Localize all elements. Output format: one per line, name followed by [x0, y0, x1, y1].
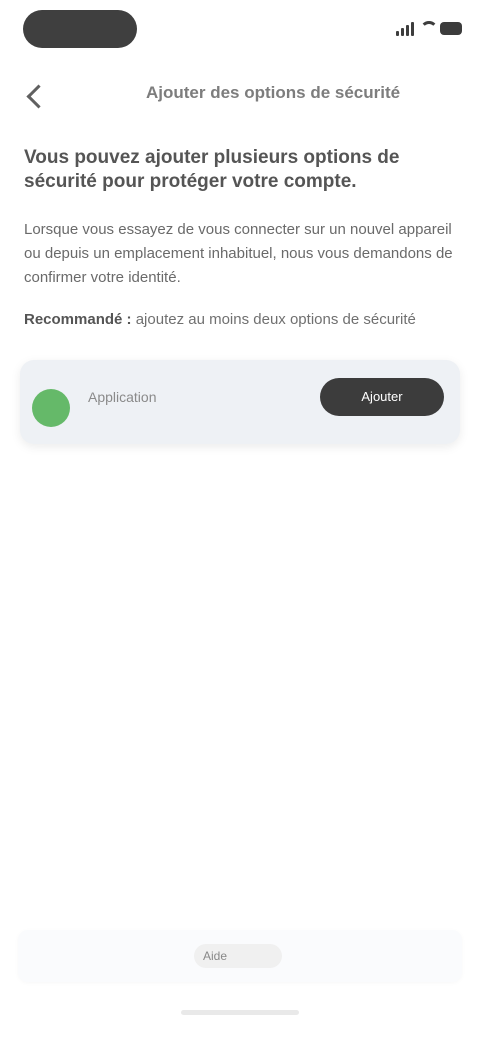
recommendation-label: Recommandé : [24, 311, 132, 328]
bottom-bar: Aide [18, 930, 462, 982]
battery-icon [440, 22, 462, 35]
signal-icon [396, 22, 414, 36]
chevron-left-icon [26, 84, 51, 109]
option-label: Application [88, 389, 157, 405]
description-text: Lorsque vous essayez de vous connecter s… [24, 221, 453, 286]
add-option-button[interactable]: Ajouter [320, 378, 444, 416]
shield-icon [32, 389, 70, 427]
page-title: Ajouter des options de sécurité [146, 83, 401, 102]
security-option-card[interactable]: Application Ajouter [20, 360, 460, 444]
security-options-screen: Ajouter des options de sécurité Vous pou… [0, 0, 480, 1040]
status-icons [370, 14, 462, 42]
main-content: Vous pouvez ajouter plusieurs options de… [24, 146, 456, 332]
recommendation-detail: ajoutez au moins deux options de sécurit… [135, 311, 416, 328]
intro-text: Vous pouvez ajouter plusieurs options de… [24, 147, 400, 192]
recommendation-text: Recommandé : ajoutez au moins deux optio… [24, 308, 456, 332]
time-pill [23, 10, 137, 48]
back-button[interactable] [20, 80, 51, 110]
wifi-icon [420, 21, 438, 35]
status-bar [18, 8, 462, 52]
help-link[interactable]: Aide [203, 949, 227, 963]
header: Ajouter des options de sécurité [0, 78, 480, 112]
home-indicator [181, 1010, 299, 1015]
